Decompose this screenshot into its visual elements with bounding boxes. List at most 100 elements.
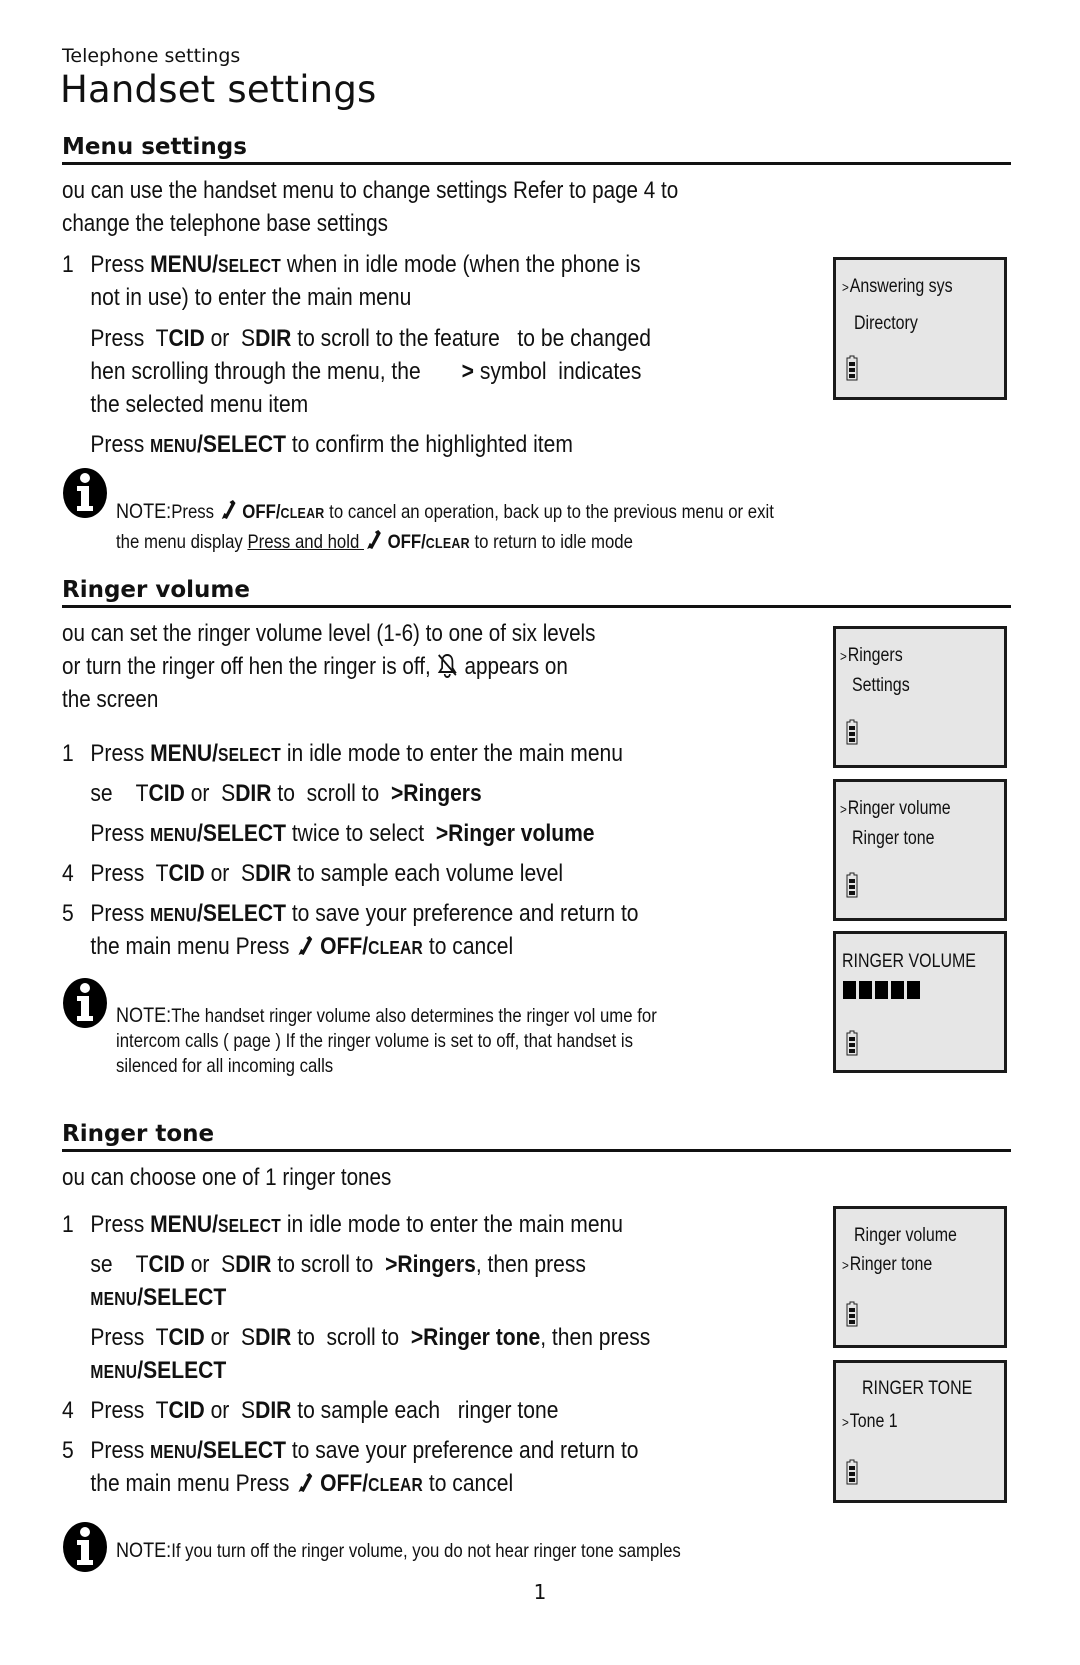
step-text-part: to scroll to [291, 1324, 411, 1351]
step-text-part: S [241, 325, 256, 352]
key-label: MENU/ [150, 740, 218, 767]
key-label: MENU [150, 905, 197, 925]
step-text-part: Press [90, 1211, 151, 1238]
step-text-part: to cancel [423, 933, 514, 960]
step-text-part: Press [90, 325, 156, 352]
step-text-part: S [241, 860, 256, 887]
step-text-part: in idle mode to enter the main menu [280, 740, 623, 767]
step-text-part: T [155, 1397, 169, 1424]
step-text: Press MENU/SELECT when in idle mode (whe… [90, 248, 640, 283]
ringer-volume-intro-line-2: or turn the ringer off hen the ringer is… [62, 650, 568, 683]
key-label: DIR [235, 1251, 272, 1278]
key-label: >Ringers [385, 1251, 476, 1278]
step-text-part: T [155, 325, 169, 352]
volume-bar-segment [859, 981, 872, 999]
step-text-part: the main menu Press [90, 1470, 296, 1497]
key-label: CID [168, 325, 205, 352]
note-text: If you turn off the ringer volume, you d… [171, 1540, 681, 1562]
key-label: MENU [150, 1442, 197, 1462]
intro-text: or turn the ringer off hen the ringer is… [62, 653, 437, 680]
step-number: 1 [62, 740, 74, 767]
step-text-part: to save your preference and return to [285, 1437, 639, 1464]
key-label: CID [168, 1397, 205, 1424]
note-menu-settings: NOTE:Press OFF/CLEAR to cancel an operat… [116, 498, 774, 558]
key-label: >Ringer tone [410, 1324, 541, 1351]
info-icon [63, 1522, 107, 1572]
step-text: Press MENU/SELECT in idle mode to enter … [90, 1208, 623, 1243]
key-label: /SELECT [196, 1437, 286, 1464]
step-text: not in use) to enter the main menu [90, 284, 412, 311]
handset-off-icon [222, 500, 236, 519]
key-label: MENU [150, 436, 197, 456]
key-label: DIR [235, 780, 272, 807]
battery-icon [846, 872, 858, 898]
step-text-part: , then press [540, 1324, 651, 1351]
step-text: MENU/SELECT [90, 1354, 226, 1389]
menu-key-sc: MENU [90, 1362, 138, 1382]
note-text: silenced for all incoming calls [116, 1055, 334, 1077]
lcd-line: Settings [852, 675, 910, 697]
note-text: to cancel an operation, back up to the p… [324, 501, 774, 523]
off-clear-key-sc: CLEAR [280, 506, 325, 522]
page-title: Handset settings [60, 68, 377, 111]
key-label: SELECT [217, 1216, 281, 1236]
volume-level-indicator [843, 981, 920, 999]
note-text: intercom calls ( page ) If the ringer vo… [116, 1030, 634, 1052]
lcd-line: Directory [854, 313, 918, 335]
step-text-part: or [204, 1324, 242, 1351]
lcd-line-text: Ringer tone [852, 828, 935, 849]
step-text-part: the main menu Press [90, 933, 296, 960]
lcd-caret: > [842, 1257, 849, 1273]
lcd-screen-ringer-menu: >Ringer volume Ringer tone [833, 779, 1007, 921]
note-label: NOTE: [116, 1004, 172, 1027]
lcd-line-text: Tone 1 [849, 1411, 898, 1432]
lcd-line-text: Directory [854, 313, 918, 334]
step-number: 5 [62, 900, 74, 927]
menu-settings-intro-line-1: ou can use the handset menu to change se… [62, 177, 679, 204]
step-text-part: in idle mode to enter the main menu [280, 1211, 623, 1238]
page-number: 1 [533, 1580, 547, 1604]
lcd-screen-ringer-tone-menu: Ringer volume >Ringer tone [833, 1206, 1007, 1348]
info-icon [63, 468, 107, 518]
step-text: Press MENU/SELECT to save your preferenc… [90, 897, 638, 932]
step-text-part: or [184, 780, 222, 807]
step-text-part: to scroll to the feature to be changed [291, 325, 651, 352]
note-label: NOTE: [116, 1539, 172, 1562]
note-ringer-tone: NOTE:If you turn off the ringer volume, … [116, 1537, 681, 1565]
step-text-part: or [204, 325, 242, 352]
lcd-line: Ringer volume [854, 1225, 957, 1247]
lcd-title: RINGER TONE [862, 1378, 973, 1399]
handset-off-icon [367, 530, 382, 549]
key-label: CID [168, 1324, 205, 1351]
battery-icon [846, 355, 858, 381]
menu-settings-steps: 1 Press MENU/SELECT when in idle mode (w… [62, 248, 836, 458]
step-text: se TCID or SDIR to scroll to >Ringers, t… [90, 1248, 586, 1281]
menu-key-sc: MENU [90, 1289, 138, 1309]
step-text: MENU/SELECT [90, 1281, 226, 1316]
ringer-volume-intro-line-1: ou can set the ringer volume level (1-6)… [62, 620, 596, 647]
key-label: DIR [255, 1324, 292, 1351]
section-heading-ringer-volume: Ringer volume [62, 577, 1011, 608]
note-ringer-volume: NOTE:The handset ringer volume also dete… [116, 1003, 657, 1079]
ringer-off-bell-icon [438, 653, 458, 678]
step-text-part: symbol indicates [473, 358, 642, 385]
select-key: /SELECT [137, 1357, 227, 1384]
step-number: 1 [62, 1211, 74, 1238]
key-label: DIR [255, 1397, 292, 1424]
step-text: se TCID or SDIR to scroll to >Ringers [90, 777, 481, 810]
lcd-line-selected: >Ringer volume [840, 798, 951, 820]
key-label: CID [148, 780, 185, 807]
note-text: The handset ringer volume also determine… [171, 1005, 657, 1027]
step-text: Press MENU/SELECT twice to select >Ringe… [90, 817, 594, 852]
running-head: Telephone settings [62, 45, 241, 67]
step-text-part: or [184, 1251, 222, 1278]
step-text-part: Press [90, 251, 151, 278]
step-text-part: Press [90, 431, 151, 458]
lcd-line-selected: >Answering sys [842, 276, 953, 298]
step-text-part: , then press [475, 1251, 586, 1278]
step-text-part: T [155, 1324, 169, 1351]
handset-off-icon [298, 1473, 313, 1492]
step-number: 4 [62, 1397, 74, 1424]
step-text-part: to cancel [423, 1470, 514, 1497]
step-text-part: S [221, 780, 236, 807]
